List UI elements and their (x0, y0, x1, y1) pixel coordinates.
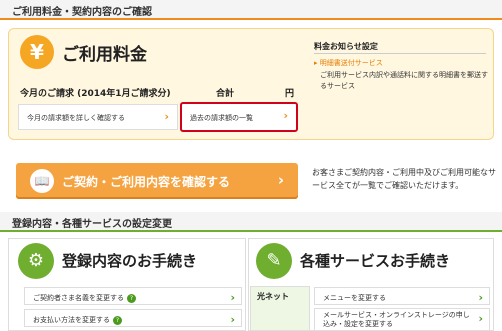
section-header-billing: ご利用料金・契約内容のご確認 (0, 0, 502, 20)
notice-settings-title: 料金お知らせ設定 (314, 42, 378, 51)
divider (314, 53, 486, 54)
category-label: 光ネット (257, 292, 289, 301)
pencil-icon: ✎ (256, 243, 292, 279)
registration-title: 登録内容のお手続き (62, 252, 198, 270)
button-label: 過去の請求額の一覧 (190, 114, 253, 122)
change-contractor-name-button[interactable]: ご契約者さま名義を変更する? › (24, 287, 242, 305)
billing-month-label: 今月のご請求 (2014年1月ご請求分) (20, 89, 171, 99)
services-title: 各種サービスお手続き (300, 252, 451, 270)
check-contract-button[interactable]: 📖 ご契約・ご利用内容を確認する › (16, 163, 298, 199)
mail-storage-settings-button[interactable]: メールサービス・オンラインストレージの申し込み・設定を変更する › (314, 308, 490, 331)
section-title: 登録内容・各種サービスの設定変更 (12, 219, 172, 230)
button-label: 今月の請求額を詳しく確認する (27, 114, 125, 122)
chevron-right-icon: › (230, 291, 235, 304)
chevron-right-icon: › (283, 109, 288, 122)
chevron-right-icon: › (478, 291, 483, 304)
help-icon[interactable]: ? (113, 316, 122, 325)
change-payment-method-button[interactable]: お支払い方法を変更する? › (24, 309, 242, 327)
button-label: ご契約・ご利用内容を確認する (62, 175, 231, 189)
chevron-right-icon: › (164, 110, 169, 123)
billing-title: ご利用料金 (62, 45, 147, 65)
statement-service-link[interactable]: ▸ 明細書送付サービス (314, 58, 383, 68)
chevron-right-icon: › (478, 312, 483, 325)
section-title: ご利用料金・契約内容のご確認 (12, 7, 152, 18)
total-label: 合計 (216, 89, 235, 99)
contract-description: お客さまご契約内容・ご利用中及びご利用可能なサービス全てが一覧でご確認いただけま… (312, 168, 496, 190)
book-icon: 📖 (30, 169, 54, 193)
chevron-right-icon: › (277, 171, 284, 189)
button-label: メニューを変更する (323, 294, 386, 302)
view-current-bill-button[interactable]: 今月の請求額を詳しく確認する › (18, 104, 178, 130)
button-label: メールサービス・オンラインストレージの申し込み・設定を変更する (323, 311, 470, 328)
change-menu-button[interactable]: メニューを変更する › (314, 287, 490, 305)
gear-icon: ⚙ (18, 243, 54, 279)
section-header-settings: 登録内容・各種サービスの設定変更 (0, 212, 502, 232)
help-icon[interactable]: ? (127, 294, 136, 303)
chevron-right-icon: › (230, 313, 235, 326)
currency-unit: 円 (285, 89, 295, 99)
notice-description: ご利用サービス内訳や通話料に関する明細書を郵送するサービス (320, 71, 488, 90)
category-cell-hikari-net: 光ネット (250, 286, 310, 331)
button-label: ご契約者さま名義を変更する (33, 294, 124, 302)
button-label: お支払い方法を変更する (33, 316, 110, 324)
yen-icon: ¥ (20, 35, 54, 69)
past-bills-list-button[interactable]: 過去の請求額の一覧 › (180, 102, 298, 132)
